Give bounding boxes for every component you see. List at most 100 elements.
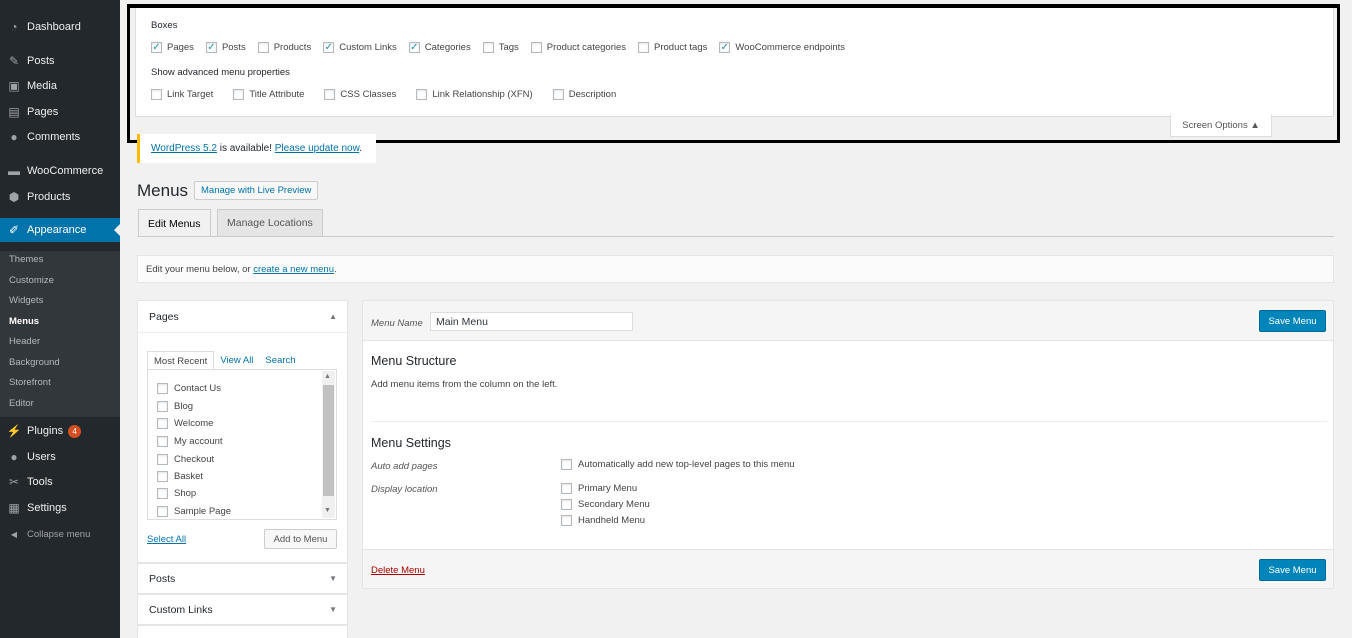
checkbox[interactable]: ✓: [719, 42, 731, 53]
checkbox[interactable]: ✓: [205, 42, 217, 53]
sidebar-item-posts[interactable]: ✎ Posts: [0, 49, 120, 73]
page-option[interactable]: Contact Us: [157, 383, 221, 394]
page-option[interactable]: Sample Page: [157, 506, 231, 517]
sidebar-item-comments[interactable]: ● Comments: [0, 125, 120, 149]
box-option-woocommerce-endpoints[interactable]: ✓ WooCommerce endpoints: [719, 42, 845, 53]
tab-manage-locations[interactable]: Manage Locations: [217, 209, 323, 236]
sidebar-item-products[interactable]: ⬢ Products: [0, 185, 120, 209]
checkbox[interactable]: [157, 454, 168, 465]
location-primary-menu[interactable]: Primary Menu: [561, 483, 637, 494]
checkbox-label: Product tags: [654, 42, 708, 53]
checkbox[interactable]: [157, 436, 168, 447]
menu-structure-heading: Menu Structure: [371, 354, 457, 368]
create-new-menu-link[interactable]: create a new menu: [253, 264, 334, 275]
auto-add-pages-option[interactable]: Automatically add new top-level pages to…: [561, 459, 795, 470]
checkbox[interactable]: ✓: [323, 42, 335, 53]
checkbox[interactable]: [157, 488, 168, 499]
pages-accordion-header[interactable]: Pages ▲: [138, 301, 347, 333]
update-now-link[interactable]: Please update now: [275, 143, 360, 154]
wordpress-version-link[interactable]: WordPress 5.2: [151, 143, 217, 154]
tab-edit-menus[interactable]: Edit Menus: [138, 209, 211, 237]
checkbox[interactable]: [561, 483, 572, 494]
checkbox[interactable]: ✓: [151, 42, 162, 53]
add-to-menu-button[interactable]: Add to Menu: [264, 529, 337, 549]
custom-links-accordion[interactable]: Custom Links ▼: [137, 594, 348, 625]
page-option[interactable]: Basket: [157, 471, 203, 482]
page-option[interactable]: Blog: [157, 401, 193, 412]
checkbox[interactable]: [482, 42, 494, 53]
checkbox[interactable]: [157, 401, 168, 412]
checkbox[interactable]: [416, 89, 428, 100]
page-option[interactable]: Shop: [157, 488, 196, 499]
checkbox[interactable]: [561, 515, 572, 526]
advanced-option-link-target[interactable]: Link Target: [151, 89, 213, 100]
checkbox[interactable]: [561, 499, 572, 510]
box-option-product-categories[interactable]: Product categories: [530, 42, 626, 53]
sidebar-item-label: Users: [27, 451, 56, 463]
advanced-option-title-attribute[interactable]: Title Attribute: [233, 89, 304, 100]
checkbox[interactable]: [552, 89, 564, 100]
location-handheld-menu[interactable]: Handheld Menu: [561, 515, 645, 526]
select-all-link[interactable]: Select All: [147, 534, 186, 545]
page-option[interactable]: Checkout: [157, 454, 214, 465]
checkbox[interactable]: [157, 418, 168, 429]
checkbox[interactable]: [324, 89, 336, 100]
page-option[interactable]: My account: [157, 436, 223, 447]
submenu-item-editor[interactable]: Editor: [9, 398, 34, 409]
advanced-option-link-relationship[interactable]: Link Relationship (XFN): [416, 89, 533, 100]
collapse-menu-button[interactable]: ◀ Collapse menu: [0, 522, 120, 546]
menu-editor: Menu Name Save Menu Menu Structure Add m…: [362, 300, 1334, 589]
sidebar-item-woocommerce[interactable]: ▬ WooCommerce: [0, 159, 120, 183]
checkbox[interactable]: [638, 42, 650, 53]
checkbox-label: Tags: [498, 42, 519, 53]
box-option-tags[interactable]: Tags: [482, 42, 519, 53]
submenu-item-widgets[interactable]: Widgets: [9, 295, 43, 306]
submenu-item-themes[interactable]: Themes: [9, 254, 43, 265]
save-menu-button[interactable]: Save Menu: [1259, 310, 1326, 332]
sidebar-item-pages[interactable]: ▤ Pages: [0, 100, 120, 124]
box-option-product-tags[interactable]: Product tags: [638, 42, 707, 53]
posts-accordion[interactable]: Posts ▼: [137, 563, 348, 594]
save-menu-button-bottom[interactable]: Save Menu: [1259, 559, 1326, 581]
comment-icon: ●: [10, 130, 18, 144]
page-option[interactable]: Welcome: [157, 418, 213, 429]
sidebar-item-dashboard[interactable]: ◔ Dashboard: [0, 15, 120, 39]
checkbox[interactable]: [257, 42, 269, 53]
submenu-item-menus[interactable]: Menus: [9, 316, 39, 327]
manage-live-preview-button[interactable]: Manage with Live Preview: [194, 181, 319, 200]
submenu-item-customize[interactable]: Customize: [9, 275, 54, 286]
box-option-categories[interactable]: ✓ Categories: [408, 42, 471, 53]
advanced-option-css-classes[interactable]: CSS Classes: [324, 89, 396, 100]
box-option-products[interactable]: Products: [257, 42, 311, 53]
scroll-down-icon[interactable]: ▼: [324, 507, 331, 514]
sidebar-item-users[interactable]: ● Users: [0, 445, 120, 469]
checkbox[interactable]: [561, 459, 572, 470]
advanced-option-description[interactable]: Description: [552, 89, 616, 100]
box-option-posts[interactable]: ✓ Posts: [205, 42, 246, 53]
checkbox[interactable]: [157, 383, 168, 394]
next-accordion[interactable]: [137, 625, 348, 638]
scrollbar-thumb[interactable]: [323, 385, 334, 496]
pages-scrollbar[interactable]: ▲ ▼: [322, 371, 335, 518]
checkbox[interactable]: [233, 89, 245, 100]
box-option-pages[interactable]: ✓ Pages: [151, 42, 194, 53]
sidebar-item-plugins[interactable]: ⚡ Plugins 4: [0, 419, 120, 443]
menu-name-input[interactable]: [430, 312, 633, 331]
sidebar-item-appearance[interactable]: ✐ Appearance: [0, 218, 120, 242]
sidebar-item-tools[interactable]: ✂ Tools: [0, 470, 120, 494]
submenu-item-header[interactable]: Header: [9, 336, 40, 347]
box-option-custom-links[interactable]: ✓ Custom Links: [323, 42, 397, 53]
sidebar-item-media[interactable]: ▣ Media: [0, 74, 120, 98]
checkbox[interactable]: [530, 42, 542, 53]
checkbox[interactable]: [157, 471, 168, 482]
delete-menu-link[interactable]: Delete Menu: [371, 565, 425, 576]
scroll-up-icon[interactable]: ▲: [324, 373, 331, 380]
location-secondary-menu[interactable]: Secondary Menu: [561, 499, 650, 510]
checkbox[interactable]: [151, 89, 162, 100]
screen-options-toggle[interactable]: Screen Options ▲: [1170, 115, 1272, 137]
checkbox[interactable]: [157, 506, 168, 517]
sidebar-item-settings[interactable]: ▦ Settings: [0, 496, 120, 520]
checkbox[interactable]: ✓: [408, 42, 420, 53]
submenu-item-storefront[interactable]: Storefront: [9, 377, 51, 388]
submenu-item-background[interactable]: Background: [9, 357, 60, 368]
